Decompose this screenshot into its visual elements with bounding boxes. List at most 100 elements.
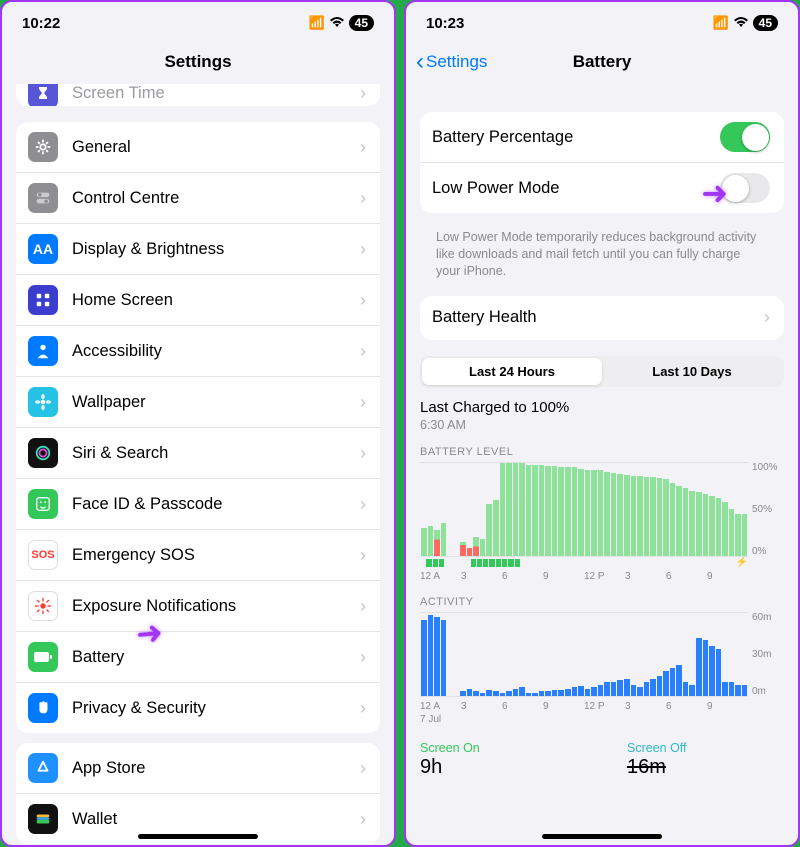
list-item[interactable]: AADisplay & Brightness› <box>16 223 380 274</box>
last-charged-title: Last Charged to 100% <box>420 399 784 416</box>
list-item[interactable]: Privacy & Security› <box>16 682 380 733</box>
screen-off-value: 16m <box>627 756 784 779</box>
row-label: Home Screen <box>72 291 360 310</box>
y-axis: 100%50%0% <box>748 462 784 557</box>
status-time: 10:23 <box>426 15 464 32</box>
chevron-right-icon: › <box>360 494 366 515</box>
status-time: 10:22 <box>22 15 60 32</box>
list-item[interactable]: Wallpaper› <box>16 376 380 427</box>
chevron-right-icon: › <box>360 341 366 362</box>
row-label: Screen Time <box>72 84 360 103</box>
list-item[interactable]: Face ID & Passcode› <box>16 478 380 529</box>
settings-screen: 10:22 📶 45 Settings Screen Time › Genera… <box>0 0 396 847</box>
row-label: Exposure Notifications <box>72 597 360 616</box>
siri-icon <box>28 438 58 468</box>
switches-icon <box>28 183 58 213</box>
face-icon <box>28 489 58 519</box>
hand-icon <box>28 693 58 723</box>
settings-group-store: App Store›Wallet› <box>16 743 380 844</box>
low-power-mode-switch[interactable] <box>720 173 770 203</box>
status-icons: 📶 45 <box>308 15 374 31</box>
row-label: Battery <box>72 648 360 667</box>
home-indicator[interactable] <box>138 834 258 839</box>
chevron-right-icon: › <box>360 239 366 260</box>
row-label: Battery Health <box>432 308 764 327</box>
screen-on-value: 9h <box>420 756 577 779</box>
charging-strip: ⚡ <box>420 559 784 567</box>
chevron-right-icon: › <box>360 809 366 830</box>
battery-status-icon: 45 <box>349 15 374 31</box>
activity-chart: 60m30m0m <box>420 612 784 697</box>
chevron-right-icon: › <box>360 698 366 719</box>
list-item-screen-time[interactable]: Screen Time › <box>16 84 380 106</box>
time-range-segmented[interactable]: Last 24 Hours Last 10 Days <box>420 356 784 387</box>
list-item[interactable]: SOSEmergency SOS› <box>16 529 380 580</box>
wallet-icon <box>28 804 58 834</box>
row-label: Control Centre <box>72 189 360 208</box>
battery-status-icon: 45 <box>753 15 778 31</box>
battery-content[interactable]: Battery Percentage Low Power Mode Low Po… <box>406 84 798 845</box>
row-label: Accessibility <box>72 342 360 361</box>
chevron-right-icon: › <box>360 392 366 413</box>
battery-screen: 10:23 📶 45 ‹ Settings Battery Battery Pe… <box>404 0 800 847</box>
battery-toggle-group: Battery Percentage Low Power Mode <box>420 112 784 213</box>
person-icon <box>28 336 58 366</box>
chevron-right-icon: › <box>360 84 366 104</box>
row-label: Low Power Mode <box>432 179 720 198</box>
list-item[interactable]: General› <box>16 122 380 172</box>
settings-group-main: General›Control Centre›AADisplay & Brigh… <box>16 122 380 733</box>
burst-icon <box>28 591 58 621</box>
list-item[interactable]: Control Centre› <box>16 172 380 223</box>
screen-on-label: Screen On <box>420 741 577 755</box>
chart-date: 7 Jul <box>420 712 784 733</box>
segment-last-10d[interactable]: Last 10 Days <box>602 358 782 385</box>
list-item[interactable]: Siri & Search› <box>16 427 380 478</box>
cellular-icon: 📶 <box>712 15 728 31</box>
battery-level-chart: 100%50%0% <box>420 462 784 557</box>
list-item[interactable]: Accessibility› <box>16 325 380 376</box>
list-item[interactable]: App Store› <box>16 743 380 793</box>
activity-label: ACTIVITY <box>420 596 784 608</box>
page-title: Battery <box>573 52 632 72</box>
chevron-right-icon: › <box>360 758 366 779</box>
list-item[interactable]: Home Screen› <box>16 274 380 325</box>
battery-health-group: Battery Health › <box>420 296 784 340</box>
wifi-icon <box>733 16 749 31</box>
back-button[interactable]: ‹ Settings <box>416 48 487 76</box>
chevron-right-icon: › <box>360 596 366 617</box>
row-battery-percentage[interactable]: Battery Percentage <box>420 112 784 162</box>
chevron-left-icon: ‹ <box>416 48 424 76</box>
row-label: Wallet <box>72 810 360 829</box>
appstore-icon <box>28 753 58 783</box>
chevron-right-icon: › <box>360 188 366 209</box>
y-axis: 60m30m0m <box>748 612 784 697</box>
row-label: Privacy & Security <box>72 699 360 718</box>
chevron-right-icon: › <box>360 647 366 668</box>
x-axis: 12 A36912 P369 <box>420 697 784 712</box>
chevron-right-icon: › <box>764 307 770 328</box>
chevron-right-icon: › <box>360 137 366 158</box>
row-label: General <box>72 138 360 157</box>
navbar: Settings <box>2 40 394 84</box>
segment-last-24h[interactable]: Last 24 Hours <box>422 358 602 385</box>
row-label: Battery Percentage <box>432 128 720 147</box>
battery-icon <box>28 642 58 672</box>
grid-icon <box>28 285 58 315</box>
low-power-footer: Low Power Mode temporarily reduces backg… <box>420 223 784 280</box>
list-item[interactable]: Battery› <box>16 631 380 682</box>
navbar: ‹ Settings Battery <box>406 40 798 84</box>
battery-level-label: BATTERY LEVEL <box>420 446 784 458</box>
row-low-power-mode[interactable]: Low Power Mode <box>420 162 784 213</box>
back-label: Settings <box>426 52 487 72</box>
flower-icon <box>28 387 58 417</box>
row-battery-health[interactable]: Battery Health › <box>420 296 784 340</box>
screen-off-label: Screen Off <box>627 741 784 755</box>
list-item[interactable]: Exposure Notifications› <box>16 580 380 631</box>
hourglass-icon <box>28 84 58 106</box>
battery-percentage-switch[interactable] <box>720 122 770 152</box>
home-indicator[interactable] <box>542 834 662 839</box>
usage-stats: Screen On 9h Screen Off 16m <box>420 733 784 783</box>
row-label: Display & Brightness <box>72 240 360 259</box>
row-label: Wallpaper <box>72 393 360 412</box>
settings-list[interactable]: Screen Time › General›Control Centre›AAD… <box>2 84 394 845</box>
